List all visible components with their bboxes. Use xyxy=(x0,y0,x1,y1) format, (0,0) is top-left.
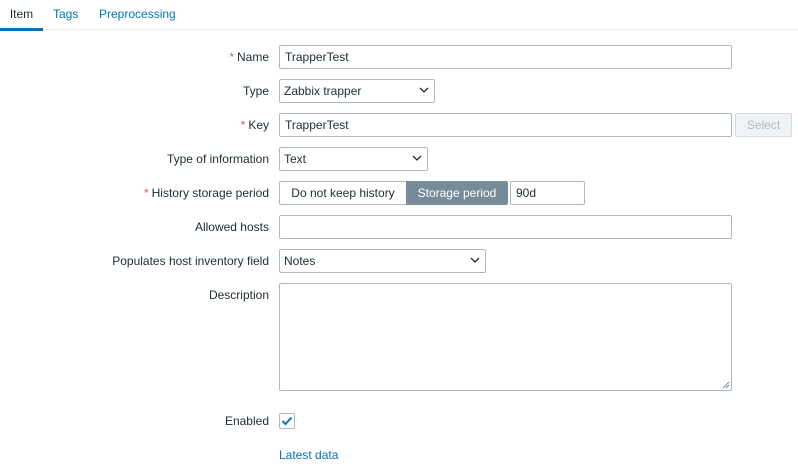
key-input[interactable] xyxy=(279,113,732,137)
key-select-button[interactable]: Select xyxy=(735,113,792,137)
latest-data-link[interactable]: Latest data xyxy=(279,446,338,464)
description-label: Description xyxy=(208,288,269,302)
enabled-label: Enabled xyxy=(224,414,269,428)
history-period-input[interactable] xyxy=(510,181,585,205)
tab-item[interactable]: Item xyxy=(0,0,43,31)
allowed-hosts-label: Allowed hosts xyxy=(194,220,269,234)
required-marker: * xyxy=(229,50,234,64)
required-marker: * xyxy=(143,186,149,200)
chevron-down-icon xyxy=(419,87,429,93)
chevron-down-icon xyxy=(412,155,422,161)
enabled-checkbox[interactable] xyxy=(279,413,295,429)
tab-preprocessing[interactable]: Preprocessing xyxy=(99,0,176,30)
history-storage-label: * History storage period xyxy=(143,186,269,200)
tab-tags[interactable]: Tags xyxy=(53,0,78,30)
name-label: * Name xyxy=(229,50,269,64)
allowed-hosts-input[interactable] xyxy=(279,215,732,239)
name-input[interactable] xyxy=(279,45,732,69)
checkmark-icon xyxy=(281,416,293,426)
tab-bar: Item Tags Preprocessing xyxy=(0,0,798,31)
required-marker: * xyxy=(240,118,246,132)
type-of-information-select[interactable]: Text xyxy=(279,147,428,171)
do-not-keep-history-option[interactable]: Do not keep history xyxy=(279,181,406,205)
resize-grip-icon[interactable] xyxy=(722,381,730,389)
description-textarea[interactable] xyxy=(279,283,732,391)
type-label: Type xyxy=(242,84,269,98)
inventory-field-value: Notes xyxy=(284,254,316,268)
type-of-information-value: Text xyxy=(284,152,307,166)
storage-period-option[interactable]: Storage period xyxy=(406,181,508,205)
type-of-information-label: Type of information xyxy=(166,152,269,166)
description-wrapper xyxy=(279,283,732,391)
inventory-field-select[interactable]: Notes xyxy=(279,249,486,273)
type-select-value: Zabbix trapper xyxy=(284,84,362,98)
inventory-field-label: Populates host inventory field xyxy=(112,254,269,268)
key-label: * Key xyxy=(240,118,269,132)
chevron-down-icon xyxy=(470,257,480,263)
type-select[interactable]: Zabbix trapper xyxy=(279,79,435,103)
